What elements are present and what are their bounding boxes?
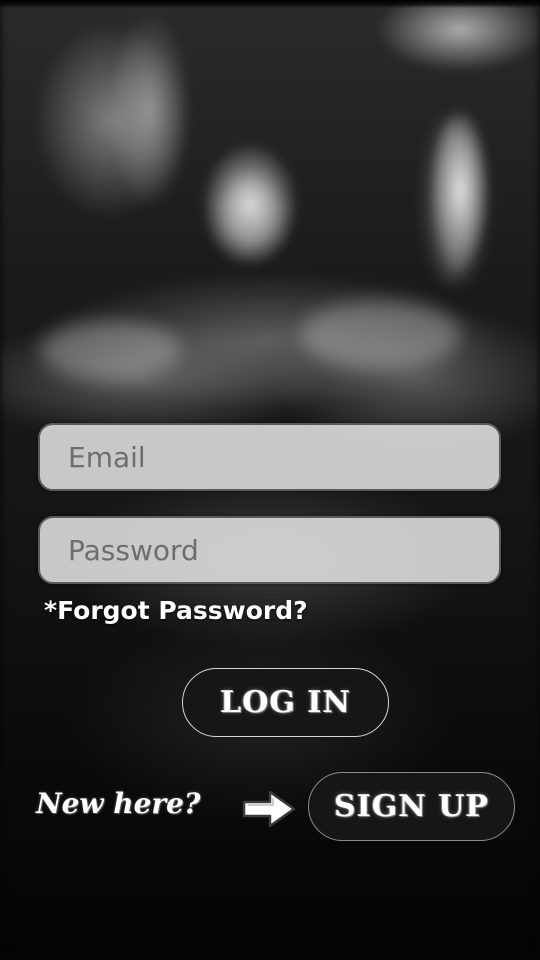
email-field[interactable] bbox=[38, 423, 501, 491]
top-edge-shade bbox=[0, 0, 540, 8]
login-button[interactable]: LOG IN bbox=[182, 668, 389, 737]
forgot-password-link[interactable]: *Forgot Password? bbox=[44, 596, 308, 625]
signup-button[interactable]: SIGN UP bbox=[308, 772, 515, 841]
password-input[interactable] bbox=[40, 518, 499, 582]
password-field[interactable] bbox=[38, 516, 501, 584]
crowd-hands-glow bbox=[300, 300, 460, 370]
signup-button-label: SIGN UP bbox=[334, 789, 489, 824]
stage-light-glow bbox=[220, 180, 280, 250]
right-arrow-icon bbox=[242, 790, 296, 828]
new-here-label: New here? bbox=[36, 787, 201, 820]
login-button-label: LOG IN bbox=[220, 685, 351, 720]
login-screen: *Forgot Password? LOG IN New here? SIGN … bbox=[0, 0, 540, 960]
email-input[interactable] bbox=[40, 425, 499, 489]
crowd-hands-glow bbox=[40, 320, 180, 380]
stage-light-glow bbox=[430, 120, 480, 280]
